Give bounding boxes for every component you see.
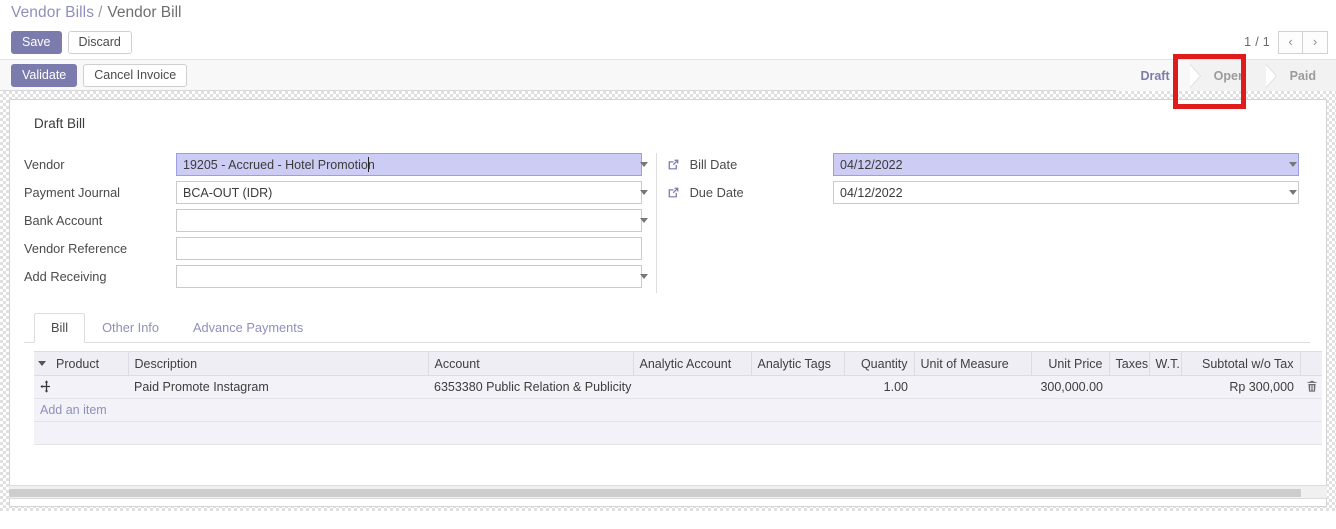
col-taxes[interactable]: Taxes bbox=[1109, 351, 1150, 376]
payment-journal-field[interactable] bbox=[176, 181, 656, 204]
bank-account-input[interactable] bbox=[176, 209, 642, 232]
label-bill-date: Bill Date bbox=[689, 157, 738, 172]
label-vendor-reference: Vendor Reference bbox=[24, 241, 128, 256]
add-item-row[interactable]: Add an item bbox=[34, 398, 1322, 422]
text-cursor bbox=[368, 157, 369, 172]
cell-product[interactable] bbox=[50, 375, 128, 399]
notebook: Bill Other Info Advance Payments Product… bbox=[24, 313, 1322, 445]
notebook-tabs: Bill Other Info Advance Payments bbox=[24, 313, 1310, 343]
col-account[interactable]: Account bbox=[428, 351, 634, 376]
cell-unit-of-measure[interactable] bbox=[914, 375, 1031, 399]
col-unit-of-measure[interactable]: Unit of Measure bbox=[914, 351, 1032, 376]
field-groups: Vendor Payment Journal bbox=[24, 153, 1310, 293]
tab-advance-payments[interactable]: Advance Payments bbox=[176, 313, 320, 343]
status-pipeline: Draft Open Paid bbox=[1116, 60, 1336, 91]
add-an-item-link[interactable]: Add an item bbox=[40, 403, 107, 417]
field-row-vendor: Vendor bbox=[24, 153, 656, 181]
cell-unit-price[interactable]: 300,000.00 bbox=[1031, 375, 1109, 399]
delete-row-button[interactable] bbox=[1300, 375, 1322, 399]
field-row-add-receiving: Add Receiving bbox=[24, 265, 656, 293]
field-row-vendor-reference: Vendor Reference bbox=[24, 237, 656, 265]
cell-analytic-account[interactable] bbox=[633, 375, 751, 399]
save-button[interactable]: Save bbox=[11, 30, 62, 54]
cell-account[interactable]: 6353380 Public Relation & Publicity bbox=[428, 375, 633, 399]
col-quantity[interactable]: Quantity bbox=[844, 351, 915, 376]
status-draft[interactable]: Draft bbox=[1116, 60, 1201, 91]
due-date-input[interactable] bbox=[833, 181, 1299, 204]
chevron-left-icon[interactable]: ‹ bbox=[1278, 30, 1303, 54]
vendor-field[interactable] bbox=[176, 153, 656, 176]
breadcrumb-separator: / bbox=[98, 3, 103, 21]
field-row-bill-date: Bill Date bbox=[665, 153, 1305, 181]
horizontal-scrollbar[interactable] bbox=[9, 485, 1327, 499]
cell-subtotal[interactable]: Rp 300,000 bbox=[1181, 375, 1300, 399]
field-row-bank-account: Bank Account bbox=[24, 209, 656, 237]
page-title: Draft Bill bbox=[34, 116, 86, 131]
add-receiving-field[interactable] bbox=[176, 265, 656, 288]
payment-journal-input[interactable] bbox=[176, 181, 642, 204]
col-analytic-account[interactable]: Analytic Account bbox=[633, 351, 752, 376]
vendor-input[interactable] bbox=[176, 153, 642, 176]
record-toolbar: Save Discard 1 / 1 ‹ › bbox=[0, 25, 1336, 59]
invoice-lines-table: Product Description Account Analytic Acc… bbox=[34, 351, 1322, 445]
pager-count: 1 / 1 bbox=[1244, 35, 1270, 49]
field-group-right: Bill Date 04/12/2022 Due Date 04/12/2022 bbox=[665, 153, 1305, 209]
label-due-date: Due Date bbox=[689, 185, 744, 200]
cell-description[interactable]: Paid Promote Instagram bbox=[128, 375, 428, 399]
table-filler-row bbox=[34, 421, 1322, 445]
bank-account-field[interactable] bbox=[176, 209, 656, 232]
label-add-receiving: Add Receiving bbox=[24, 269, 107, 284]
field-row-due-date: Due Date bbox=[665, 181, 1305, 209]
label-bank-account: Bank Account bbox=[24, 213, 103, 228]
status-open[interactable]: Open bbox=[1189, 60, 1277, 91]
col-product[interactable]: Product bbox=[50, 351, 129, 376]
breadcrumb-parent-link[interactable]: Vendor Bills bbox=[11, 4, 94, 22]
bill-date-field[interactable] bbox=[833, 153, 1305, 176]
action-statusbar: Validate Cancel Invoice Draft Open Paid bbox=[0, 59, 1336, 91]
form-background: Draft Bill Vendor 19205 - Accrued - Hote… bbox=[0, 91, 1336, 511]
form-sheet: Draft Bill Vendor 19205 - Accrued - Hote… bbox=[9, 99, 1327, 507]
field-group-divider bbox=[656, 153, 657, 293]
tab-bill[interactable]: Bill bbox=[34, 313, 86, 343]
cell-taxes[interactable] bbox=[1109, 375, 1149, 399]
breadcrumb: Vendor Bills / Vendor Bill bbox=[0, 0, 1336, 25]
breadcrumb-current: Vendor Bill bbox=[107, 3, 182, 21]
label-payment-journal: Payment Journal bbox=[24, 185, 121, 200]
cell-wt[interactable] bbox=[1149, 375, 1181, 399]
cell-quantity[interactable]: 1.00 bbox=[844, 375, 914, 399]
scrollbar-thumb[interactable] bbox=[9, 489, 1301, 497]
col-actions bbox=[1300, 351, 1322, 376]
invoice-lines-container: Product Description Account Analytic Acc… bbox=[24, 351, 1322, 445]
field-row-payment-journal: Payment Journal bbox=[24, 181, 656, 209]
due-date-field[interactable] bbox=[833, 181, 1305, 204]
col-description[interactable]: Description bbox=[128, 351, 429, 376]
validate-button[interactable]: Validate bbox=[11, 63, 78, 87]
bill-date-input[interactable] bbox=[833, 153, 1299, 176]
cell-analytic-tags[interactable] bbox=[751, 375, 844, 399]
col-wt[interactable]: W.T. bbox=[1149, 351, 1182, 376]
field-group-left: Vendor Payment Journal bbox=[24, 153, 656, 293]
vendor-reference-field[interactable] bbox=[176, 237, 656, 260]
cancel-invoice-button[interactable]: Cancel Invoice bbox=[83, 63, 188, 87]
add-receiving-input[interactable] bbox=[176, 265, 642, 288]
col-subtotal[interactable]: Subtotal w/o Tax bbox=[1181, 351, 1301, 376]
control-panel: Vendor Bills / Vendor Bill Save Discard … bbox=[0, 0, 1336, 109]
table-header-row: Product Description Account Analytic Acc… bbox=[34, 351, 1322, 376]
tab-other-info[interactable]: Other Info bbox=[85, 313, 176, 343]
external-link-icon[interactable] bbox=[667, 186, 680, 199]
table-row[interactable]: Paid Promote Instagram 6353380 Public Re… bbox=[34, 375, 1322, 399]
col-analytic-tags[interactable]: Analytic Tags bbox=[751, 351, 845, 376]
label-vendor: Vendor bbox=[24, 157, 65, 172]
chevron-down-icon[interactable] bbox=[38, 360, 46, 366]
external-link-icon[interactable] bbox=[667, 158, 680, 171]
col-unit-price[interactable]: Unit Price bbox=[1031, 351, 1110, 376]
vendor-reference-input[interactable] bbox=[176, 237, 642, 260]
pager: 1 / 1 ‹ › bbox=[1244, 25, 1328, 59]
move-handle-icon[interactable] bbox=[34, 375, 50, 399]
column-options-toggle[interactable] bbox=[34, 351, 50, 376]
discard-button[interactable]: Discard bbox=[67, 30, 132, 54]
chevron-right-icon[interactable]: › bbox=[1303, 30, 1328, 54]
